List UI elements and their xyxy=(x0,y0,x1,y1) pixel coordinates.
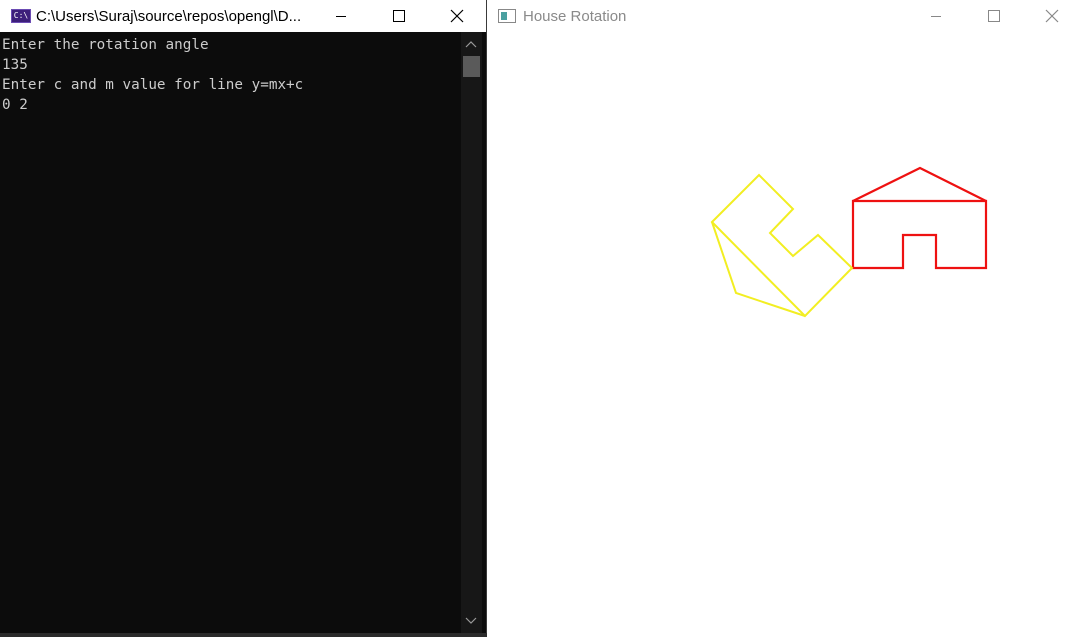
opengl-titlebar[interactable]: House Rotation xyxy=(487,0,1081,32)
console-output[interactable]: Enter the rotation angle 135 Enter c and… xyxy=(0,32,462,637)
scroll-down-arrow-icon[interactable] xyxy=(465,617,477,625)
console-line: 0 2 xyxy=(2,97,28,113)
console-window[interactable]: C:\ C:\Users\Suraj\source\repos\opengl\D… xyxy=(0,0,487,637)
console-close-button[interactable] xyxy=(428,0,486,32)
console-bottom-edge xyxy=(0,633,487,637)
opengl-maximize-button[interactable] xyxy=(965,0,1023,32)
original-house-roof xyxy=(852,166,987,202)
close-icon xyxy=(450,9,464,23)
opengl-close-button[interactable] xyxy=(1023,0,1081,32)
close-icon xyxy=(1045,9,1059,23)
opengl-window-title: House Rotation xyxy=(523,7,627,25)
scroll-up-arrow-icon[interactable] xyxy=(465,40,477,48)
console-window-controls xyxy=(312,0,486,32)
opengl-window[interactable]: House Rotation xyxy=(487,0,1081,637)
console-maximize-button[interactable] xyxy=(370,0,428,32)
maximize-icon xyxy=(988,10,1000,22)
original-house-body xyxy=(851,199,988,270)
console-line: 135 xyxy=(2,57,28,73)
rotated-house-body xyxy=(710,173,854,318)
console-line: Enter c and m value for line y=mx+c xyxy=(2,77,304,93)
console-app-icon: C:\ xyxy=(11,9,31,23)
console-window-title: C:\Users\Suraj\source\repos\opengl\D... xyxy=(36,7,302,25)
opengl-canvas[interactable] xyxy=(487,32,1081,637)
console-minimize-button[interactable] xyxy=(312,0,370,32)
console-titlebar[interactable]: C:\ C:\Users\Suraj\source\repos\opengl\D… xyxy=(0,0,486,32)
console-line: Enter the rotation angle xyxy=(2,37,209,53)
scroll-thumb[interactable] xyxy=(463,56,480,77)
minimize-icon xyxy=(336,16,346,17)
opengl-minimize-button[interactable] xyxy=(907,0,965,32)
minimize-icon xyxy=(931,16,941,17)
opengl-app-icon xyxy=(498,9,516,23)
console-scrollbar[interactable] xyxy=(461,32,482,637)
maximize-icon xyxy=(393,10,405,22)
opengl-window-controls xyxy=(907,0,1081,32)
